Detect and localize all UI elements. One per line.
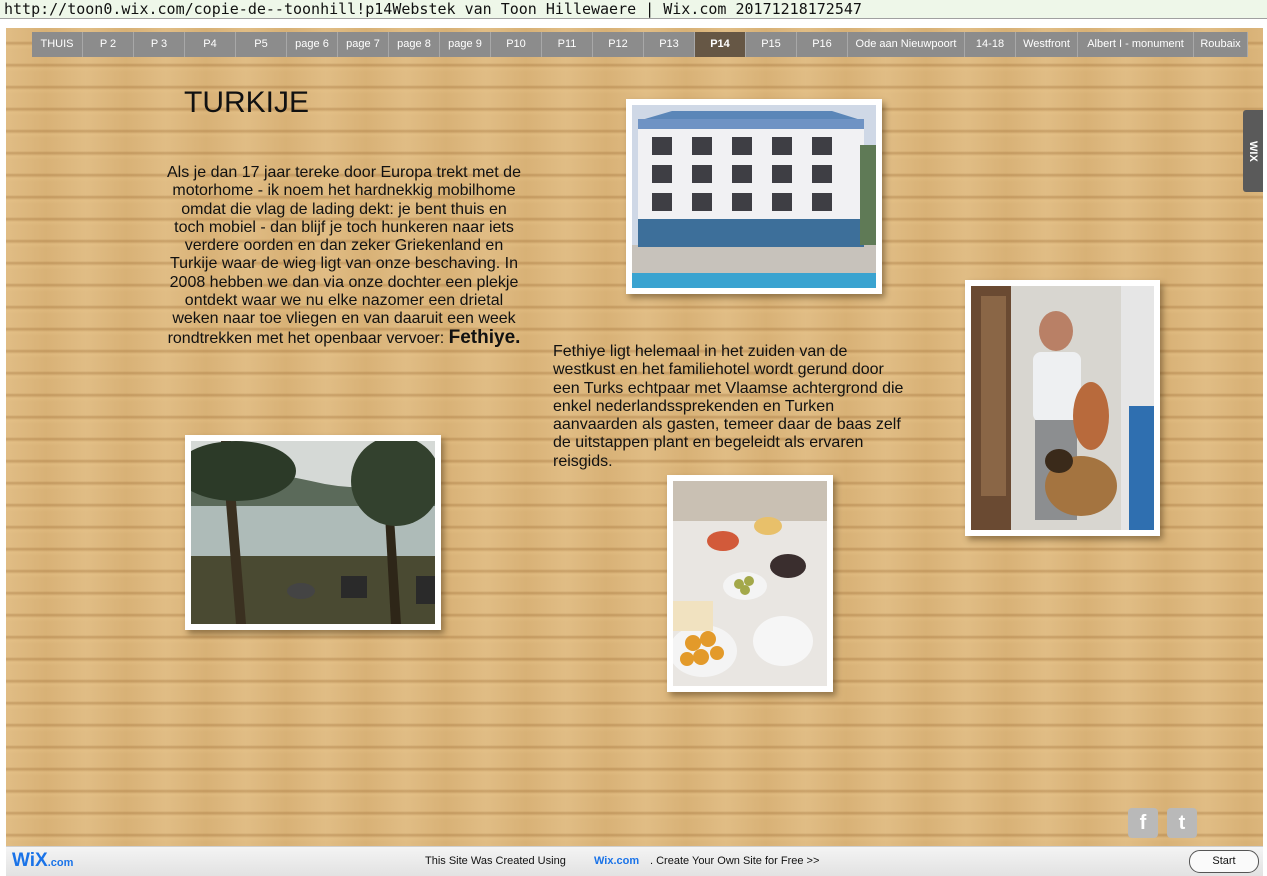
intro-paragraph: Als je dan 17 jaar tereke door Europa tr… — [164, 164, 524, 348]
wix-side-tab[interactable]: WIX — [1243, 110, 1263, 192]
wix-footer-bar: WiX.com This Site Was Created Using Wix.… — [6, 846, 1263, 876]
nav-item-1[interactable]: P 2 — [83, 32, 134, 57]
nav-item-3[interactable]: P4 — [185, 32, 236, 57]
nav-item-16[interactable]: Ode aan Nieuwpoort — [848, 32, 965, 57]
facebook-icon[interactable]: f — [1128, 808, 1158, 838]
nav-item-14[interactable]: P15 — [746, 32, 797, 57]
start-button[interactable]: Start — [1189, 850, 1259, 873]
nav-item-2[interactable]: P 3 — [134, 32, 185, 57]
intro-emphasis: Fethiye. — [448, 326, 521, 348]
nav-item-7[interactable]: page 8 — [389, 32, 440, 57]
breakfast-photo[interactable] — [667, 475, 833, 692]
nav-item-4[interactable]: P5 — [236, 32, 287, 57]
nav-item-10[interactable]: P11 — [542, 32, 593, 57]
intro-text: Als je dan 17 jaar tereke door Europa tr… — [167, 164, 521, 347]
nav-item-12[interactable]: P13 — [644, 32, 695, 57]
wix-logo-main: WiX — [12, 850, 48, 871]
url-bar: http://toon0.wix.com/copie-de--toonhill!… — [0, 0, 1267, 19]
breakfast-image — [669, 481, 827, 686]
nav-item-8[interactable]: page 9 — [440, 32, 491, 57]
nav-item-11[interactable]: P12 — [593, 32, 644, 57]
nav-item-5[interactable]: page 6 — [287, 32, 338, 57]
nav-item-13[interactable]: P14 — [695, 32, 746, 57]
nav-item-17[interactable]: 14-18 — [965, 32, 1016, 57]
nav-item-9[interactable]: P10 — [491, 32, 542, 57]
created-text: This Site Was Created Using — [425, 855, 566, 867]
host-image — [971, 286, 1154, 530]
lake-image — [185, 436, 441, 624]
nav-item-6[interactable]: page 7 — [338, 32, 389, 57]
page-title: TURKIJE — [184, 86, 310, 119]
create-site-text[interactable]: . Create Your Own Site for Free >> — [650, 855, 819, 867]
page-canvas: THUIS P 2P 3 P4 P5 page 6 page 7 page 8 page 9P… — [6, 28, 1263, 846]
wix-logo[interactable]: WiX.com — [12, 850, 73, 872]
hotel-image — [632, 105, 876, 288]
hotel-photo[interactable] — [626, 99, 882, 294]
hotel-paragraph: Fethiye ligt helemaal in het zuiden van … — [553, 343, 904, 470]
nav-item-19[interactable]: Albert I - monument — [1078, 32, 1194, 57]
lake-photo[interactable] — [185, 435, 441, 630]
nav-item-18[interactable]: Westfront — [1016, 32, 1078, 57]
nav-item-0[interactable]: THUIS — [32, 32, 83, 57]
twitter-icon[interactable]: t — [1167, 808, 1197, 838]
nav-item-15[interactable]: P16 — [797, 32, 848, 57]
host-photo[interactable] — [965, 280, 1160, 536]
nav-item-20[interactable]: Roubaix — [1194, 32, 1248, 57]
wix-logo-suffix: .com — [47, 857, 74, 869]
wix-link[interactable]: Wix.com — [594, 855, 639, 867]
